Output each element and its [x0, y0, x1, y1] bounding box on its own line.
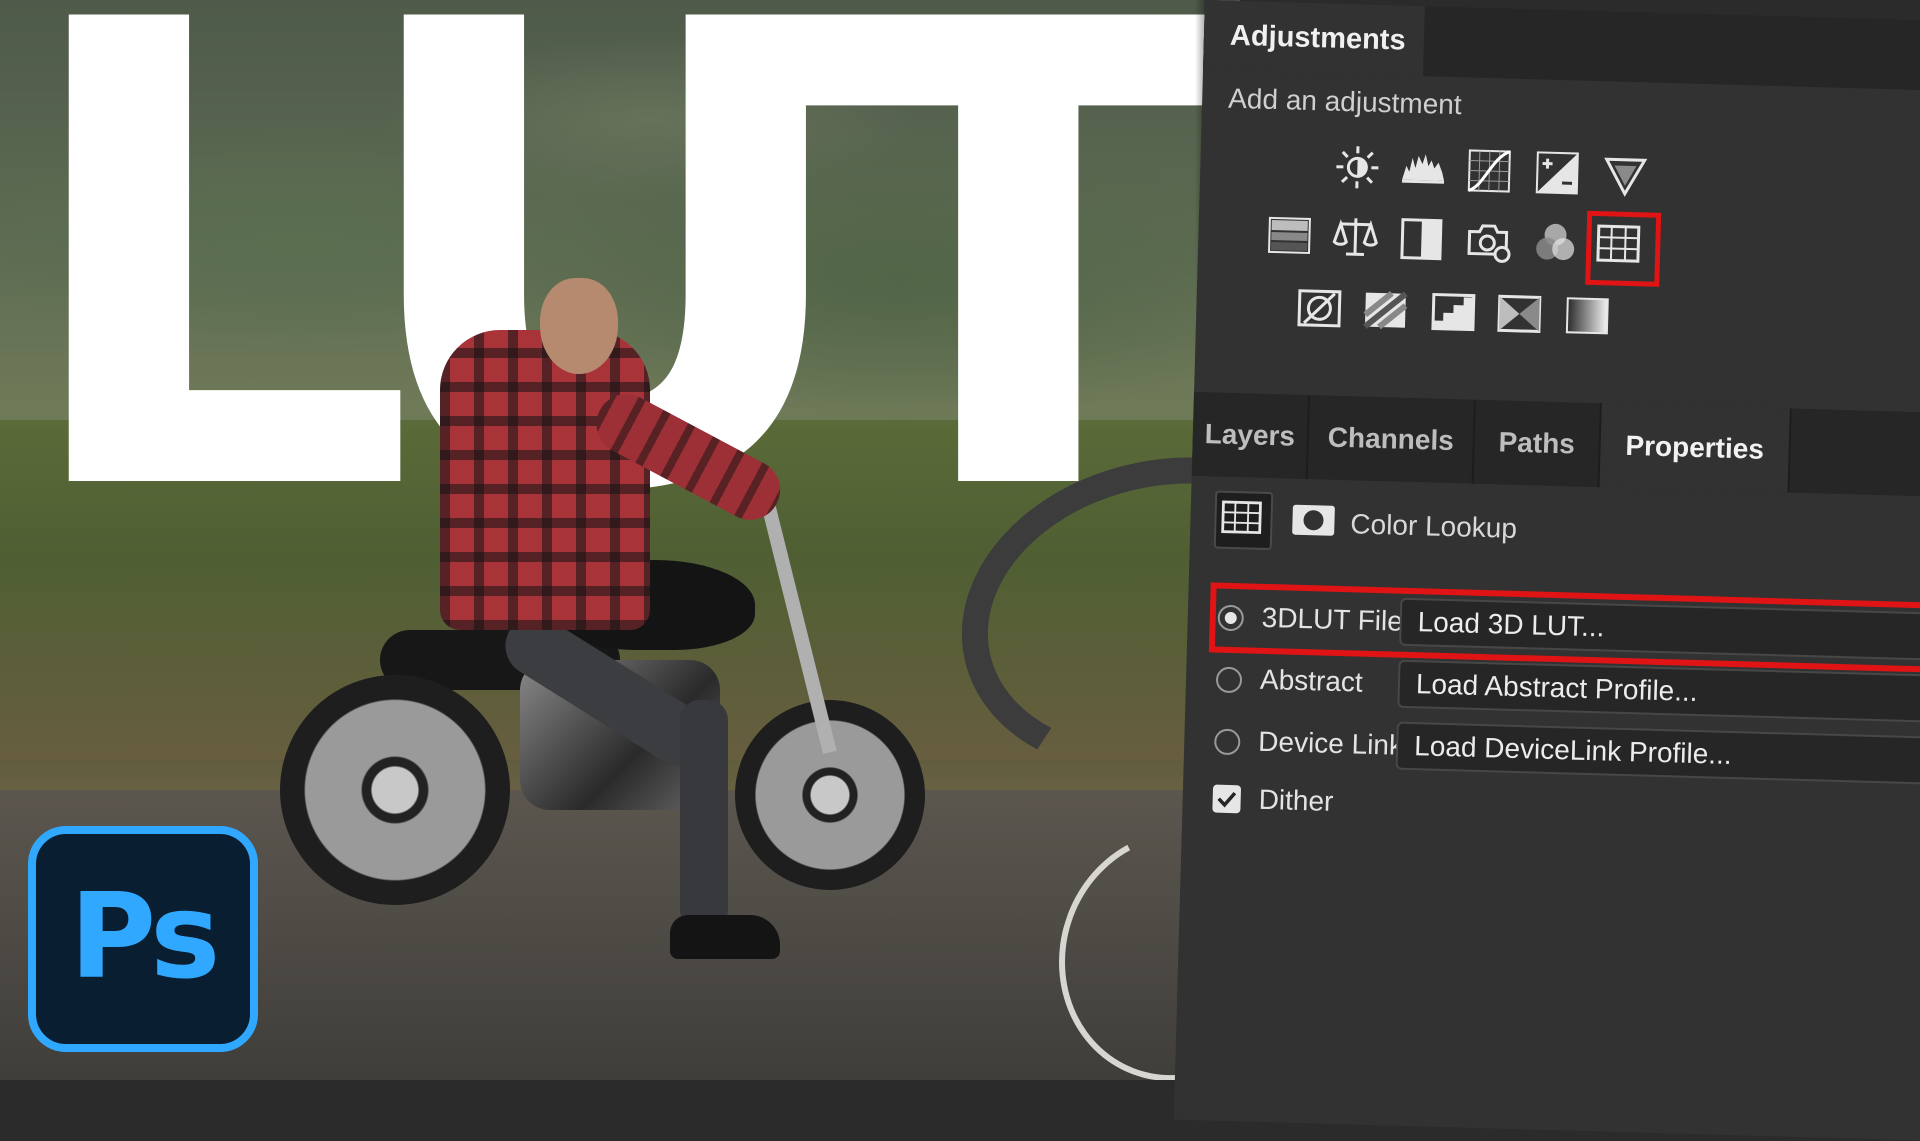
tab-properties[interactable]: Properties — [1600, 403, 1792, 492]
radio-abstract[interactable] — [1216, 667, 1243, 694]
selective-color-icon[interactable] — [1496, 290, 1543, 337]
add-adjustment-label: Add an adjustment — [1228, 83, 1462, 122]
radio-device-link[interactable] — [1214, 729, 1241, 756]
dither-checkbox[interactable] — [1212, 785, 1241, 814]
tab-paths[interactable]: Paths — [1474, 400, 1602, 487]
label-abstract: Abstract — [1260, 664, 1364, 699]
invert-icon[interactable] — [1296, 285, 1343, 332]
channel-mixer-icon[interactable] — [1532, 219, 1579, 266]
photoshop-panel: Adjustments Add an adjustment — [1174, 0, 1920, 1141]
brightness-contrast-icon[interactable] — [1334, 144, 1381, 191]
posterize-icon[interactable] — [1362, 287, 1409, 334]
tab-channels[interactable]: Channels — [1308, 395, 1476, 484]
tab-adjustments[interactable]: Adjustments — [1203, 0, 1425, 76]
gradient-map-icon[interactable] — [1564, 292, 1611, 339]
adjustment-icons-row-1 — [1199, 140, 1920, 221]
rider-boot — [670, 915, 780, 959]
photoshop-logo: Ps — [28, 826, 258, 1052]
adjustments-tabbar: Adjustments — [1203, 0, 1920, 91]
rear-wheel — [280, 675, 510, 905]
photo-filter-icon[interactable] — [1466, 217, 1513, 264]
rider-head — [540, 278, 618, 374]
hue-saturation-icon[interactable] — [1266, 212, 1313, 259]
levels-icon[interactable] — [1400, 146, 1447, 193]
rider-plaid-shirt — [440, 330, 650, 630]
color-lookup-layer-icon[interactable] — [1214, 490, 1274, 550]
rider-shin — [680, 700, 728, 930]
label-device-link: Device Link — [1258, 726, 1404, 762]
color-balance-icon[interactable] — [1332, 214, 1379, 261]
thumbnail-photo: L U T Ps — [0, 0, 1240, 1080]
vibrance-icon[interactable] — [1602, 151, 1649, 198]
layer-mask-icon[interactable] — [1286, 492, 1341, 547]
load-abstract-profile-button[interactable]: Load Abstract Profile... — [1397, 660, 1920, 724]
headline-letter-t: T — [800, 0, 1237, 540]
adjustment-icons-row-2 — [1197, 210, 1920, 291]
exposure-icon[interactable] — [1534, 149, 1581, 196]
properties-title: Color Lookup — [1350, 508, 1517, 545]
photoshop-logo-text: Ps — [70, 867, 217, 1005]
color-lookup-icon — [1595, 220, 1642, 267]
adjustment-icons-row-3 — [1195, 282, 1920, 363]
checkmark-icon — [1215, 788, 1238, 811]
threshold-icon[interactable] — [1430, 288, 1477, 335]
load-devicelink-profile-button[interactable]: Load DeviceLink Profile... — [1396, 722, 1920, 786]
color-lookup-icon-highlight[interactable] — [1585, 211, 1661, 287]
curves-icon[interactable] — [1466, 147, 1513, 194]
label-dither: Dither — [1258, 784, 1334, 818]
black-white-icon[interactable] — [1398, 216, 1445, 263]
tab-layers[interactable]: Layers — [1192, 392, 1310, 479]
